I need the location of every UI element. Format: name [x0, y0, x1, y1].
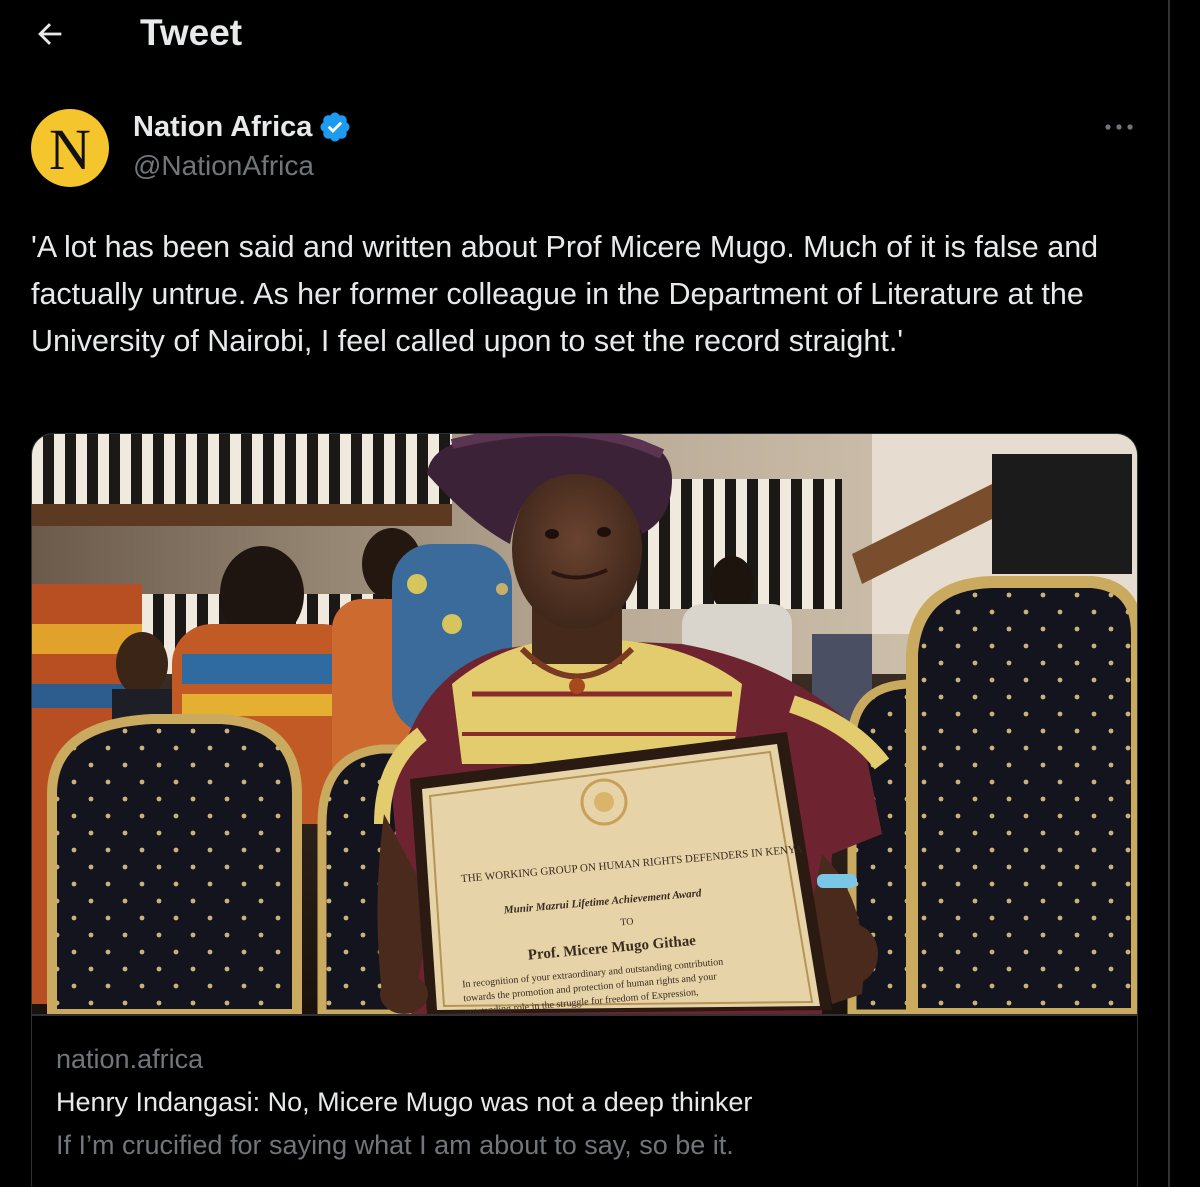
certificate-line-3: TO: [620, 916, 634, 928]
verified-badge-icon[interactable]: [318, 110, 352, 144]
card-domain: nation.africa: [56, 1044, 204, 1074]
more-options-button[interactable]: [1098, 110, 1140, 144]
card-title[interactable]: Henry Indangasi: No, Micere Mugo was not…: [56, 1085, 752, 1119]
back-button[interactable]: [28, 12, 72, 56]
tweet-detail-page: Tweet N Nation Africa @NationAfrica 'A l…: [0, 0, 1200, 1187]
more-options-icon: [1105, 124, 1133, 130]
link-preview-card[interactable]: THE WORKING GROUP ON HUMAN RIGHTS DEFEND…: [31, 433, 1138, 1187]
column-divider: [1168, 0, 1170, 1187]
arrow-left-icon: [38, 23, 62, 45]
article-photo: THE WORKING GROUP ON HUMAN RIGHTS DEFEND…: [32, 434, 1137, 1014]
card-description: If I’m crucified for saying what I am ab…: [56, 1130, 734, 1160]
author-display-name[interactable]: Nation Africa: [133, 111, 312, 144]
author-handle[interactable]: @NationAfrica: [133, 148, 314, 184]
avatar[interactable]: N: [31, 109, 109, 187]
card-divider: [32, 1014, 1137, 1016]
page-title: Tweet: [140, 12, 243, 53]
tweet-text: 'A lot has been said and written about P…: [31, 230, 1099, 358]
author-name-row: Nation Africa: [133, 107, 352, 147]
page-header: Tweet: [0, 0, 1168, 70]
avatar-letter: N: [49, 117, 91, 182]
